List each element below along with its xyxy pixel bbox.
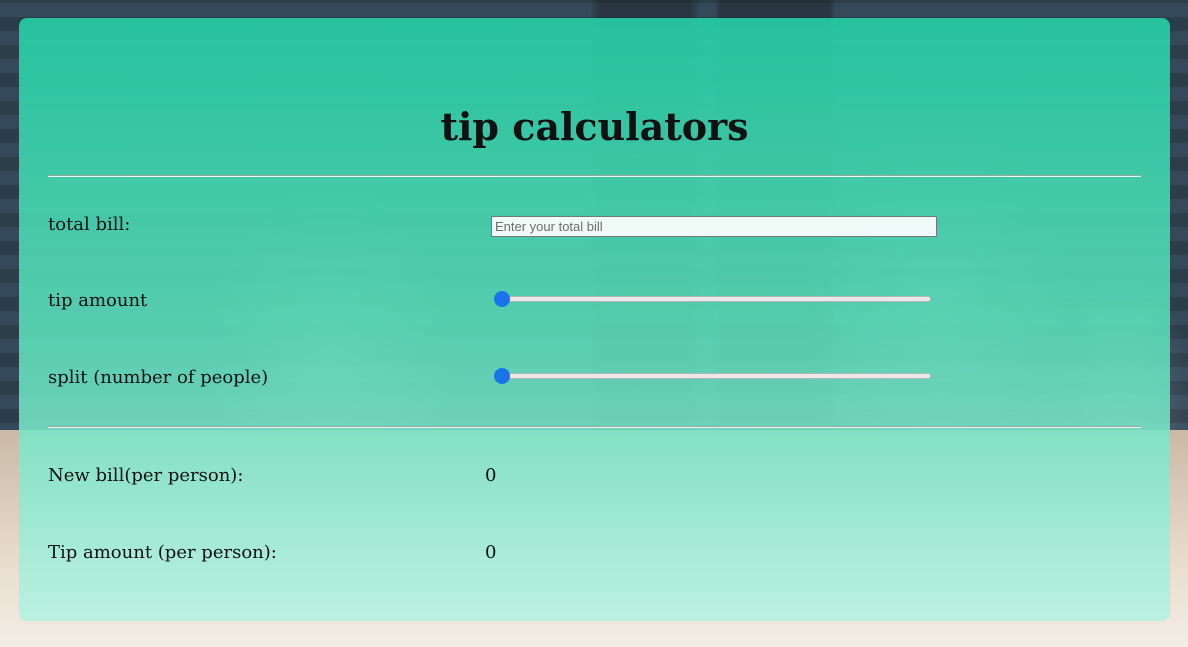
new-bill-label: New bill(per person): — [48, 465, 244, 486]
split-slider-track — [495, 373, 931, 379]
divider-top — [48, 175, 1141, 177]
split-slider[interactable] — [494, 368, 931, 384]
total-bill-input[interactable] — [491, 216, 937, 237]
total-bill-label: total bill: — [48, 214, 131, 235]
tip-slider-thumb[interactable] — [494, 291, 510, 307]
calculator-card: tip calculators total bill: tip amount s… — [19, 18, 1170, 621]
tip-amount-slider[interactable] — [494, 291, 931, 307]
divider-bottom — [48, 426, 1141, 428]
tip-amount-label: tip amount — [48, 290, 148, 311]
split-label: split (number of people) — [48, 367, 269, 388]
new-bill-value: 0 — [485, 465, 497, 486]
page-title: tip calculators — [440, 104, 749, 149]
tip-per-person-label: Tip amount (per person): — [48, 542, 277, 563]
split-slider-thumb[interactable] — [494, 368, 510, 384]
tip-per-person-value: 0 — [485, 542, 497, 563]
tip-slider-track — [495, 296, 931, 302]
